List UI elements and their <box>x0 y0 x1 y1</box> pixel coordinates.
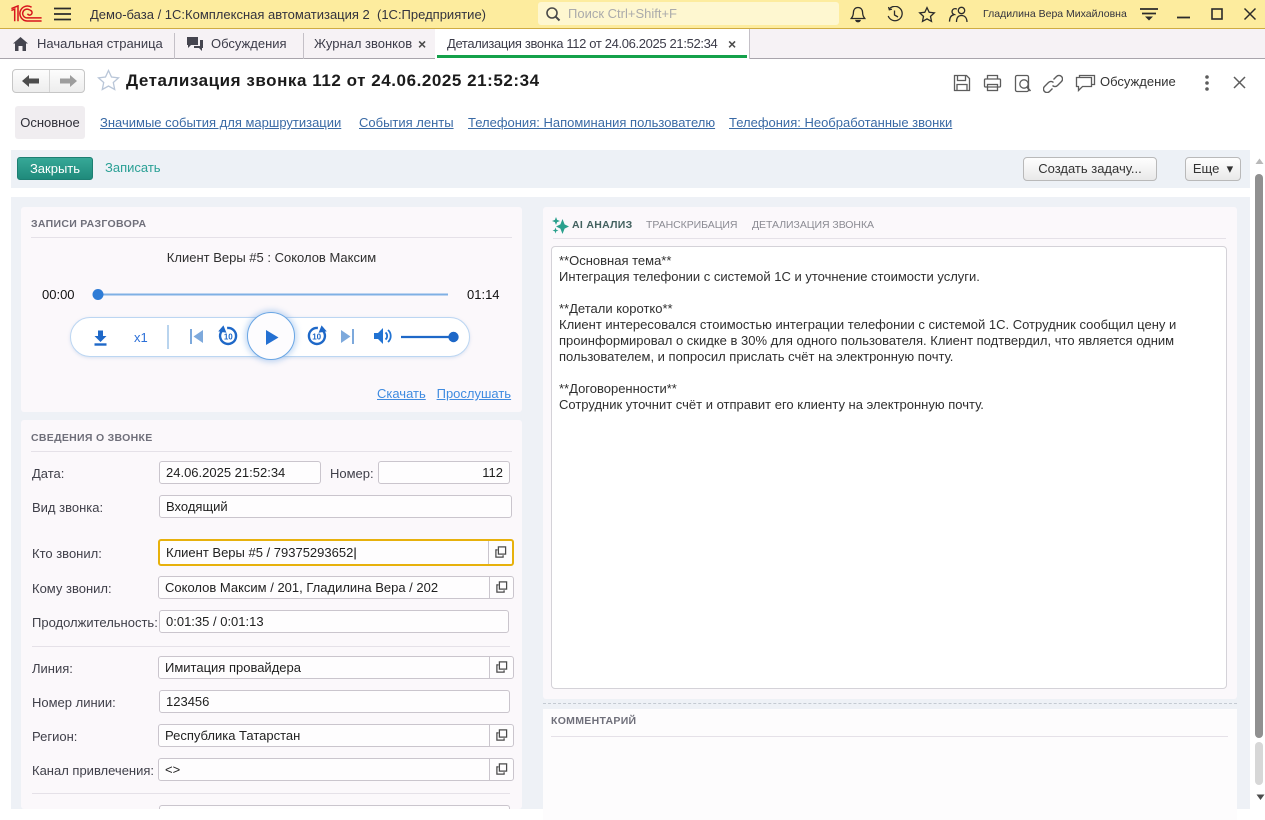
svg-text:10: 10 <box>224 333 233 342</box>
svg-text:10: 10 <box>312 333 321 342</box>
